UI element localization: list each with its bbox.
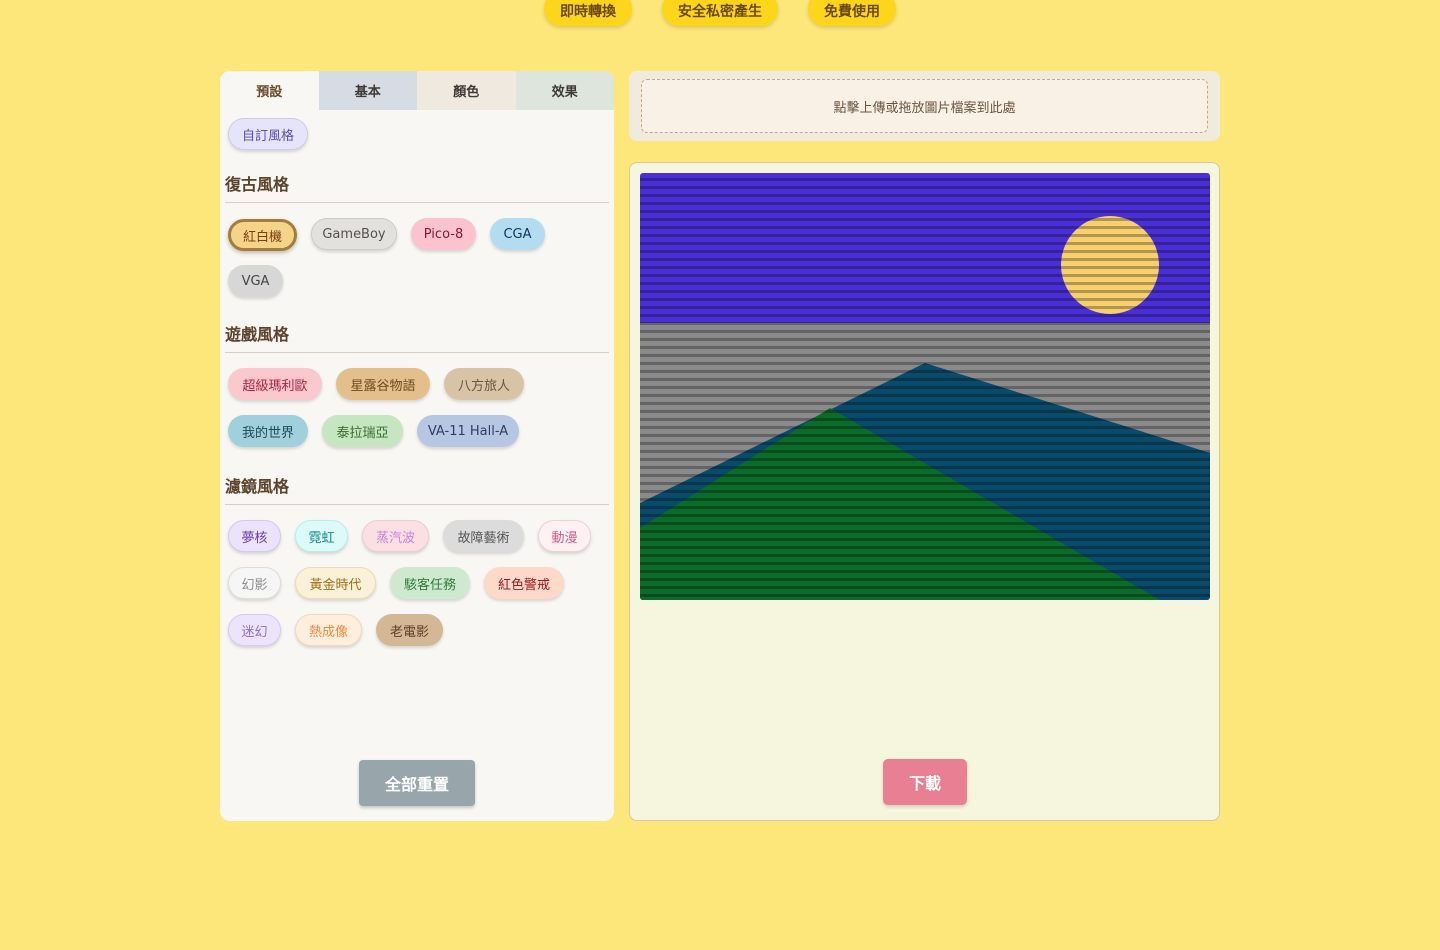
filter-chip-matrix[interactable]: 駭客任務 <box>390 567 470 599</box>
preset-chip-mario[interactable]: 超級瑪利歐 <box>228 368 322 400</box>
filter-chip-dreamcore[interactable]: 夢核 <box>228 520 281 552</box>
tab-effects[interactable]: 效果 <box>515 71 614 110</box>
tab-basic[interactable]: 基本 <box>318 71 417 110</box>
preset-chip-pico8[interactable]: Pico-8 <box>411 218 476 250</box>
pixel-art-preview-canvas <box>640 173 1210 600</box>
filter-chip-thermal[interactable]: 熱成像 <box>295 614 362 646</box>
divider <box>225 352 609 353</box>
upload-dropzone[interactable]: 點擊上傳或拖放圖片檔案到此處 <box>641 79 1208 133</box>
filter-chip-anime[interactable]: 動漫 <box>538 520 591 552</box>
reset-all-button[interactable]: 全部重置 <box>359 760 475 806</box>
filter-chip-vaporwave[interactable]: 蒸汽波 <box>362 520 429 552</box>
filter-chip-phantom[interactable]: 幻影 <box>228 567 281 599</box>
preview-panel: 下載 <box>629 162 1220 821</box>
preset-chip-cga[interactable]: CGA <box>490 218 545 250</box>
filter-chip-golden-age[interactable]: 黃金時代 <box>295 567 376 599</box>
divider <box>225 504 609 505</box>
filter-chip-glitch[interactable]: 故障藝術 <box>443 520 524 552</box>
preset-chip-vga[interactable]: VGA <box>228 265 283 297</box>
badge-realtime: 即時轉換 <box>544 0 632 26</box>
badge-privacy: 安全私密產生 <box>662 0 778 26</box>
settings-panel: 預設 基本 顏色 效果 自訂風格 復古風格 紅白機 GameBoy Pico-8… <box>220 71 614 821</box>
tab-color[interactable]: 顏色 <box>417 71 516 110</box>
preset-chip-minecraft[interactable]: 我的世界 <box>228 415 308 447</box>
preview-image <box>640 173 1210 600</box>
filter-chip-neon[interactable]: 霓虹 <box>295 520 348 552</box>
section-title-filter: 濾鏡風格 <box>225 477 290 496</box>
preset-chip-famicom[interactable]: 紅白機 <box>228 219 297 251</box>
filter-chip-psychedelic[interactable]: 迷幻 <box>228 614 281 646</box>
divider <box>225 202 609 203</box>
scanline-overlay <box>640 173 1210 600</box>
section-title-retro: 復古風格 <box>225 175 290 194</box>
preset-chip-octopath[interactable]: 八方旅人 <box>444 368 524 400</box>
preset-chip-gameboy[interactable]: GameBoy <box>311 218 397 250</box>
filter-chip-old-film[interactable]: 老電影 <box>376 614 443 646</box>
section-title-game: 遊戲風格 <box>225 325 290 344</box>
download-button[interactable]: 下載 <box>883 759 967 805</box>
preset-chip-stardew[interactable]: 星露谷物語 <box>336 368 430 400</box>
preset-chip-va11[interactable]: VA-11 Hall-A <box>417 415 519 447</box>
settings-tabs: 預設 基本 顏色 效果 <box>220 71 614 110</box>
custom-style-chip[interactable]: 自訂風格 <box>228 118 308 150</box>
upload-container: 點擊上傳或拖放圖片檔案到此處 <box>629 71 1220 141</box>
filter-chip-red-alert[interactable]: 紅色警戒 <box>484 567 564 599</box>
badge-free: 免費使用 <box>808 0 896 26</box>
feature-badges: 即時轉換 安全私密產生 免費使用 <box>0 0 1440 32</box>
preset-chip-terraria[interactable]: 泰拉瑞亞 <box>322 415 403 447</box>
tab-presets[interactable]: 預設 <box>220 71 319 110</box>
